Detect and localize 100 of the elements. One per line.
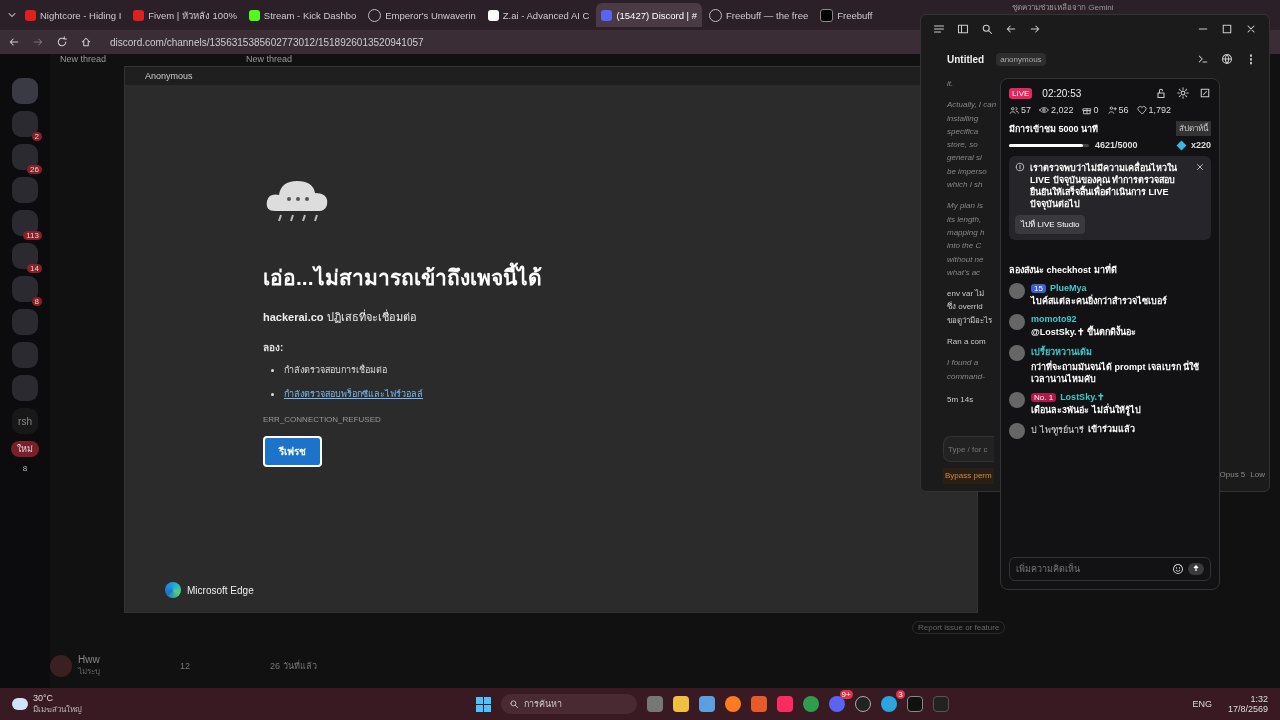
server-folder[interactable]: rsh <box>12 408 38 434</box>
suggestion-text: กำลังตรวจสอบการเชื่อมต่อ <box>284 363 387 377</box>
browser-tab[interactable]: Freebuff <box>815 3 878 27</box>
eye-icon <box>1039 105 1049 115</box>
reload-icon[interactable] <box>56 36 68 48</box>
start-icon[interactable] <box>475 696 491 712</box>
collapse-icon[interactable] <box>1199 87 1211 99</box>
menu-icon[interactable] <box>933 23 945 35</box>
stat-value: 1,792 <box>1148 105 1172 115</box>
command-toggle[interactable]: Ran a com <box>947 335 986 349</box>
lock-icon[interactable] <box>1155 87 1167 99</box>
goal-reading: 4621/5000 <box>1095 140 1138 150</box>
search-field[interactable]: การค้นหา <box>500 694 637 714</box>
message-text: ซึ่ง overrid <box>947 300 984 314</box>
message-text: command- <box>947 370 985 383</box>
error-message: hackerai.co ปฏิเสธที่จะเชื่อมต่อ <box>263 308 417 325</box>
terminal-icon[interactable] <box>1197 53 1209 65</box>
globe-icon[interactable] <box>1221 53 1233 65</box>
model-selector[interactable]: Opus 5 <box>1219 468 1246 484</box>
permission-mode[interactable]: Bypass perm <box>943 468 994 484</box>
close-icon[interactable] <box>1245 23 1257 35</box>
commenter-name[interactable]: PlueMya <box>1049 283 1087 293</box>
stat-value: 56 <box>1118 105 1129 115</box>
browser-tab[interactable]: Freebuff — the free <box>704 3 814 27</box>
suggestion-link[interactable]: กำลังตรวจสอบพร็อกซีและไฟร์วอลล์ <box>284 387 423 401</box>
message-text: I found a <box>947 357 979 370</box>
browser-tab[interactable]: Z.ai - Advanced AI C <box>482 3 595 27</box>
back-icon[interactable] <box>8 36 20 48</box>
reply-count: 12 <box>180 661 190 671</box>
home-icon[interactable] <box>80 36 92 48</box>
message-text: My plan is <box>947 200 984 213</box>
message-text: store, so <box>947 139 979 152</box>
refresh-button[interactable]: รีเฟรช <box>263 436 322 467</box>
commenter-name[interactable]: เปรี้ยวหวานเด้ม <box>1031 345 1092 359</box>
temperature: 30°C <box>33 692 55 703</box>
sidebar-icon[interactable] <box>957 23 969 35</box>
emoji-icon[interactable] <box>1172 563 1184 575</box>
avatar <box>1009 423 1025 439</box>
user-tag: anonymous <box>996 52 1046 66</box>
message-text: mapping h <box>947 226 985 239</box>
browser-tab[interactable]: Nightcore - Hiding I <box>20 3 127 27</box>
close-icon[interactable] <box>1195 162 1205 172</box>
site-icon <box>25 9 36 21</box>
live-badge: LIVE <box>1009 87 1033 99</box>
join-text: เข้าร่วมแล้ว <box>1087 423 1135 436</box>
browser-tab[interactable]: Stream - Kick Dashbo <box>243 3 362 27</box>
browser-tab[interactable]: Fivem | หัวหลัง 100% <box>128 3 242 27</box>
browser-tab[interactable]: Emperor's Unwaverin <box>363 3 481 27</box>
address-field[interactable]: discord.com/channels/1356315385602773012/1518926013520941057 <box>104 34 430 50</box>
studio-button[interactable]: ไปที่ LIVE Studio <box>1015 215 1086 234</box>
browser-tab[interactable]: (15427) Discord | # <box>596 3 702 27</box>
bullet-icon <box>271 368 274 372</box>
avatar <box>1009 283 1025 299</box>
unread-count: 14 <box>27 264 42 273</box>
language-indicator[interactable]: ENG <box>1192 699 1212 709</box>
notification-count: 3 <box>896 690 905 699</box>
effort-selector[interactable]: Low <box>1250 468 1265 484</box>
window-title: Anonymous <box>145 71 194 81</box>
message-text: env var ไม่ <box>947 288 986 301</box>
commenter-name[interactable]: ป ไพฑูรย์นารี <box>1031 423 1084 437</box>
avatar <box>1009 345 1025 361</box>
unread-count: 2 <box>31 132 42 141</box>
forward-icon[interactable] <box>1029 23 1041 35</box>
goal-title: มีการเข้าชม 5000 นาที <box>1009 122 1100 136</box>
back-icon[interactable] <box>1005 23 1017 35</box>
message-text: be imperso <box>947 165 988 178</box>
commenter-name[interactable]: LostSky.✝ <box>1060 392 1105 402</box>
comment-text: @LostSky.✝ ขึ้นตกดิงั้นอะ <box>1031 326 1137 338</box>
search-icon[interactable] <box>981 23 993 35</box>
fan-badge: No. 1 <box>1031 392 1057 402</box>
comment-text: ลองส่งนะ checkhost มาที่ดี <box>1009 264 1117 276</box>
send-button[interactable] <box>1188 561 1204 577</box>
unread-count: 8 <box>22 464 28 473</box>
avatar <box>1009 314 1025 330</box>
site-icon <box>601 9 613 21</box>
clock-date[interactable]: 17/8/2569 <box>1227 704 1268 714</box>
stream-time: 02:20:53 <box>1042 87 1082 99</box>
comment-text: เดือนละ3พันอ่ะ ไม่ลั่นให้รู้ไป <box>1031 404 1141 416</box>
heart-icon <box>1136 105 1147 115</box>
clock-time[interactable]: 1:32 <box>1250 694 1268 704</box>
comment-text: ไบค์สแต่ละคนยิ่งกว่าสำรวจไซเบอร์ <box>1031 295 1167 307</box>
brand-name: Microsoft Edge <box>187 584 254 596</box>
thread-age: 26 วันที่แล้ว <box>270 659 317 673</box>
tab-title[interactable]: ชุดความช่วยเหลือจาก Gemini <box>1012 1 1114 14</box>
error-code: ERR_CONNECTION_REFUSED <box>263 415 381 424</box>
site-icon <box>248 9 260 21</box>
thread-title[interactable]: New thread <box>60 54 107 66</box>
maximize-icon[interactable] <box>1221 23 1233 35</box>
stat-value: 2,022 <box>1051 105 1074 115</box>
message-text: specifica <box>947 125 980 138</box>
message-text: into the C <box>947 240 983 253</box>
stat-value: 57 <box>1021 105 1031 115</box>
bullet-icon <box>271 392 274 396</box>
comment-text: กว่าที่จะถามมันจนได้ prompt เจลเบรก นี่ใช้เวลานานไหมคับ <box>1031 361 1201 385</box>
settings-icon[interactable] <box>1177 87 1189 99</box>
thread-title[interactable]: New thread <box>246 54 293 66</box>
commenter-name[interactable]: momoto92 <box>1031 314 1077 324</box>
prompt-field[interactable]: Type / for c <box>943 436 994 463</box>
site-icon <box>133 9 145 21</box>
error-heading: เอ่อ...ไม่สามารถเข้าถึงเพจนี้ได้ <box>263 261 542 294</box>
